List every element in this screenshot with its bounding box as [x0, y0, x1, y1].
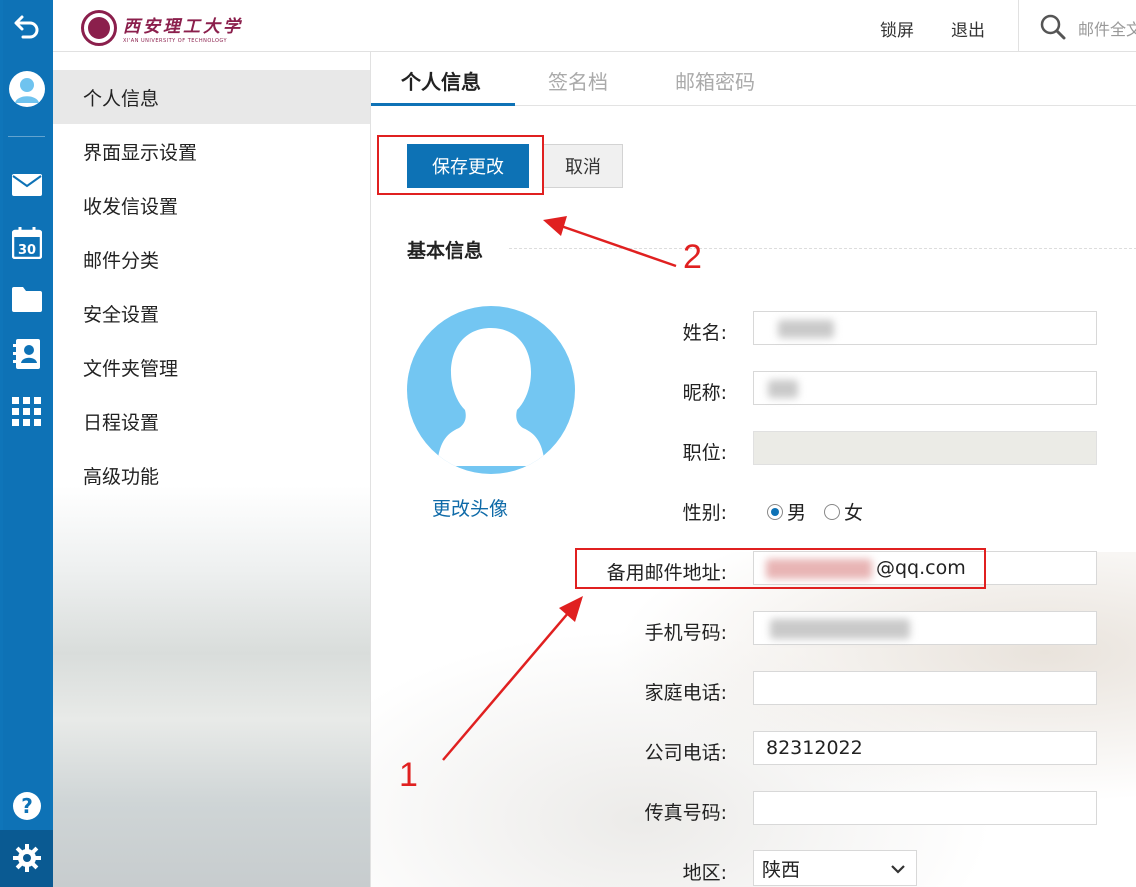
change-avatar-link[interactable]: 更改头像	[432, 494, 508, 521]
annotation-highlight-backup-email	[575, 548, 986, 589]
user-avatar-icon[interactable]	[0, 68, 53, 110]
nickname-label: 昵称:	[682, 382, 727, 404]
sidebar-item-label: 个人信息	[83, 87, 160, 110]
sidebar-item-advanced[interactable]: 高级功能	[53, 448, 370, 502]
search-input[interactable]: 邮件全文	[1078, 16, 1136, 40]
gender-male-radio[interactable]	[767, 503, 783, 520]
arrow-2-head	[543, 216, 567, 236]
settings-main: 个人信息 签名档 邮箱密码 保存更改 取消 基本信息 更改头像 姓名: 昵称: …	[370, 52, 1136, 887]
gender-label: 性别:	[682, 502, 727, 524]
fax-field[interactable]	[753, 791, 1097, 825]
calendar-day-text: 30	[17, 243, 35, 258]
mail-icon[interactable]	[0, 170, 53, 200]
sidebar-item-personal-info[interactable]: 个人信息	[53, 70, 370, 124]
settings-gear-icon[interactable]	[0, 840, 53, 876]
mobile-field[interactable]	[753, 611, 1097, 645]
logo-chinese-name: 西安理工大学	[123, 17, 243, 37]
university-seal-icon	[81, 10, 117, 46]
university-logo[interactable]: 西安理工大学 XI'AN UNIVERSITY OF TECHNOLOGY	[81, 10, 243, 46]
redacted-value	[768, 380, 798, 398]
sidebar-item-label: 收发信设置	[83, 195, 179, 218]
sidebar-item-mail-categories[interactable]: 邮件分类	[53, 232, 370, 286]
arrow-2-line	[560, 224, 677, 268]
settings-tabs: 个人信息 签名档 邮箱密码	[371, 52, 1136, 106]
sidebar-item-schedule-settings[interactable]: 日程设置	[53, 394, 370, 448]
office-phone-field[interactable]: 82312022	[753, 731, 1097, 765]
position-label: 职位:	[682, 442, 727, 464]
position-field	[753, 431, 1097, 465]
sidebar-item-label: 邮件分类	[83, 249, 160, 272]
gender-female-label: 女	[844, 502, 864, 524]
settings-sidebar: 个人信息 界面显示设置 收发信设置 邮件分类 安全设置 文件夹管理 日程设置 高…	[53, 52, 370, 887]
logout-link[interactable]: 退出	[951, 16, 985, 41]
app-rail-inner	[3, 0, 50, 887]
tab-mailbox-password[interactable]: 邮箱密码	[675, 66, 755, 95]
mobile-label: 手机号码:	[644, 622, 727, 644]
sidebar-item-security[interactable]: 安全设置	[53, 286, 370, 340]
region-select[interactable]: 陕西	[753, 850, 917, 886]
section-divider	[509, 248, 1136, 249]
home-phone-field[interactable]	[753, 671, 1097, 705]
fax-label: 传真号码:	[644, 802, 727, 824]
sidebar-item-label: 高级功能	[83, 465, 160, 488]
svg-text:?: ?	[21, 794, 33, 818]
redacted-value	[778, 320, 834, 338]
annotation-highlight-save	[377, 135, 544, 195]
active-tab-indicator	[371, 103, 515, 106]
top-divider	[1018, 0, 1019, 52]
nickname-field[interactable]	[753, 371, 1097, 405]
annotation-number-2: 2	[683, 238, 702, 276]
rail-divider	[8, 136, 45, 137]
apps-grid-icon[interactable]	[0, 394, 53, 430]
home-phone-label: 家庭电话:	[644, 682, 727, 704]
top-bar: 西安理工大学 XI'AN UNIVERSITY OF TECHNOLOGY 锁屏…	[53, 0, 1136, 52]
sidebar-item-label: 界面显示设置	[83, 141, 198, 164]
help-icon[interactable]: ?	[0, 788, 53, 824]
section-title: 基本信息	[407, 240, 484, 262]
name-label: 姓名:	[682, 322, 727, 344]
settings-tab[interactable]	[0, 830, 53, 887]
annotation-number-1: 1	[399, 756, 418, 794]
tab-personal-info[interactable]: 个人信息	[401, 66, 481, 95]
back-icon[interactable]	[0, 8, 53, 44]
background-scenery	[371, 552, 1136, 887]
sidebar-item-display-settings[interactable]: 界面显示设置	[53, 124, 370, 178]
sidebar-item-label: 文件夹管理	[83, 357, 179, 380]
gender-male-label: 男	[787, 502, 807, 524]
sidebar-item-folder-management[interactable]: 文件夹管理	[53, 340, 370, 394]
sidebar-item-label: 日程设置	[83, 411, 160, 434]
sidebar-item-label: 安全设置	[83, 303, 160, 326]
region-label: 地区:	[682, 862, 727, 884]
region-selected-value: 陕西	[762, 858, 801, 881]
gender-radio-group: 男 女	[767, 498, 863, 525]
cancel-button[interactable]: 取消	[543, 144, 623, 188]
name-field[interactable]	[753, 311, 1097, 345]
gender-female-radio[interactable]	[824, 503, 841, 520]
lock-screen-link[interactable]: 锁屏	[880, 16, 914, 41]
tab-signature[interactable]: 签名档	[548, 66, 608, 95]
redacted-value	[770, 619, 910, 639]
logo-english-name: XI'AN UNIVERSITY OF TECHNOLOGY	[123, 38, 228, 44]
sidebar-item-send-receive-settings[interactable]: 收发信设置	[53, 178, 370, 232]
calendar-icon[interactable]: 30	[0, 225, 53, 261]
app-rail: 30 ?	[0, 0, 53, 887]
contacts-icon[interactable]	[0, 336, 53, 372]
office-phone-label: 公司电话:	[644, 742, 727, 764]
chevron-down-icon	[890, 860, 906, 882]
folder-icon[interactable]	[0, 282, 53, 316]
search-icon[interactable]	[1040, 14, 1066, 44]
